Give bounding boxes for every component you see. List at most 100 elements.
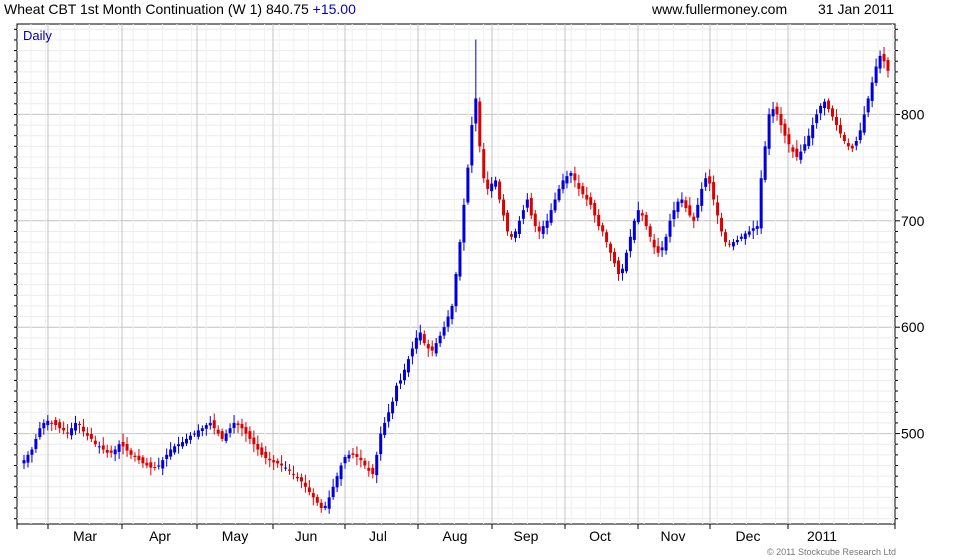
candle-body bbox=[656, 246, 660, 253]
candle-body bbox=[391, 401, 395, 414]
candle-body bbox=[418, 332, 422, 341]
x-axis-labels: Mar Apr May Jun Jul Aug Sep Oct Nov Dec 2011 bbox=[73, 528, 837, 544]
candle-body bbox=[228, 428, 232, 433]
candle-body bbox=[700, 188, 704, 206]
candle-body bbox=[668, 220, 672, 237]
candle-body bbox=[105, 449, 109, 453]
candle-body bbox=[331, 486, 335, 498]
candle-body bbox=[664, 236, 668, 251]
candle-body bbox=[355, 454, 359, 457]
candle-body bbox=[854, 141, 858, 146]
candle-body bbox=[145, 462, 149, 466]
candle-body bbox=[827, 100, 831, 110]
candle-body bbox=[200, 428, 204, 431]
x-tick-label: Dec bbox=[736, 528, 761, 544]
candle-body bbox=[636, 210, 640, 223]
candle-body bbox=[712, 181, 716, 200]
candle-body bbox=[379, 433, 383, 455]
candle-body bbox=[513, 231, 517, 238]
candle-body bbox=[858, 130, 862, 141]
candle-body bbox=[192, 433, 196, 435]
candle-up bbox=[767, 108, 771, 156]
candle-body bbox=[177, 444, 181, 447]
candle-body bbox=[557, 188, 561, 201]
candle-body bbox=[838, 124, 842, 134]
candle-body bbox=[866, 98, 870, 113]
candle-body bbox=[743, 233, 747, 239]
y-tick-label: 600 bbox=[901, 319, 925, 335]
candle-body bbox=[779, 113, 783, 126]
candle-body bbox=[268, 458, 272, 461]
candle-body bbox=[430, 346, 434, 351]
candle-body bbox=[303, 482, 307, 487]
candle-body bbox=[533, 213, 537, 227]
candle-body bbox=[454, 274, 458, 307]
candle-body bbox=[502, 199, 506, 216]
candle-body bbox=[593, 202, 597, 216]
candle-up bbox=[632, 218, 636, 244]
x-tick-label: Jul bbox=[369, 528, 387, 544]
candle-body bbox=[173, 446, 177, 453]
candle-body bbox=[188, 435, 192, 440]
candle-body bbox=[375, 454, 379, 476]
candle-body bbox=[569, 172, 573, 176]
candle-body bbox=[688, 205, 692, 216]
candle-body bbox=[561, 180, 565, 190]
candle-body bbox=[323, 505, 327, 508]
candle-body bbox=[359, 457, 363, 461]
copyright-note: © 2011 Stockcube Research Ltd bbox=[767, 547, 896, 557]
candle-body bbox=[577, 183, 581, 189]
candle-body bbox=[834, 116, 838, 126]
candle-body bbox=[89, 434, 93, 439]
candle-body bbox=[601, 225, 605, 232]
candle-body bbox=[613, 251, 617, 264]
candle-body bbox=[77, 423, 81, 426]
candle-body bbox=[299, 477, 303, 482]
candle-body bbox=[224, 433, 228, 441]
candle-body bbox=[450, 305, 454, 320]
candle-body bbox=[644, 214, 648, 227]
candle-body bbox=[232, 422, 236, 429]
x-tick-label: May bbox=[222, 528, 248, 544]
candle-body bbox=[537, 226, 541, 232]
candle-body bbox=[315, 496, 319, 503]
candle-body bbox=[850, 145, 854, 149]
candle-body bbox=[882, 53, 886, 62]
candle-body bbox=[410, 348, 414, 357]
candle-body bbox=[26, 454, 30, 463]
candle-body bbox=[676, 201, 680, 212]
candle-body bbox=[731, 242, 735, 247]
candle-body bbox=[367, 467, 371, 471]
candle-body bbox=[414, 337, 418, 349]
candle-body bbox=[517, 220, 521, 234]
y-tick-label: 500 bbox=[901, 426, 925, 442]
x-tick-label: Sep bbox=[514, 528, 539, 544]
candle-body bbox=[446, 316, 450, 327]
candle-body bbox=[846, 143, 850, 147]
candle-body bbox=[22, 460, 26, 464]
candle-body bbox=[272, 460, 276, 463]
candle-body bbox=[628, 236, 632, 252]
candle-body bbox=[93, 440, 97, 445]
candle-body bbox=[605, 232, 609, 243]
candle-body bbox=[34, 438, 38, 449]
candle-body bbox=[632, 220, 636, 240]
candle-body bbox=[509, 234, 513, 237]
candle-body bbox=[406, 359, 410, 373]
candle-body bbox=[161, 460, 165, 469]
candle-body bbox=[216, 429, 220, 434]
candle-body bbox=[842, 134, 846, 142]
candle-body bbox=[478, 101, 482, 147]
candle-body bbox=[791, 147, 795, 152]
candle-body bbox=[208, 422, 212, 426]
candle-body bbox=[755, 226, 759, 229]
candle-body bbox=[823, 101, 827, 109]
candle-body bbox=[609, 243, 613, 253]
candle-body bbox=[97, 446, 101, 448]
candle-body bbox=[236, 423, 240, 426]
candle-body bbox=[339, 465, 343, 480]
candle-body bbox=[767, 114, 771, 149]
candle-body bbox=[672, 210, 676, 220]
candle-body bbox=[438, 335, 442, 344]
candle-body bbox=[113, 449, 117, 455]
